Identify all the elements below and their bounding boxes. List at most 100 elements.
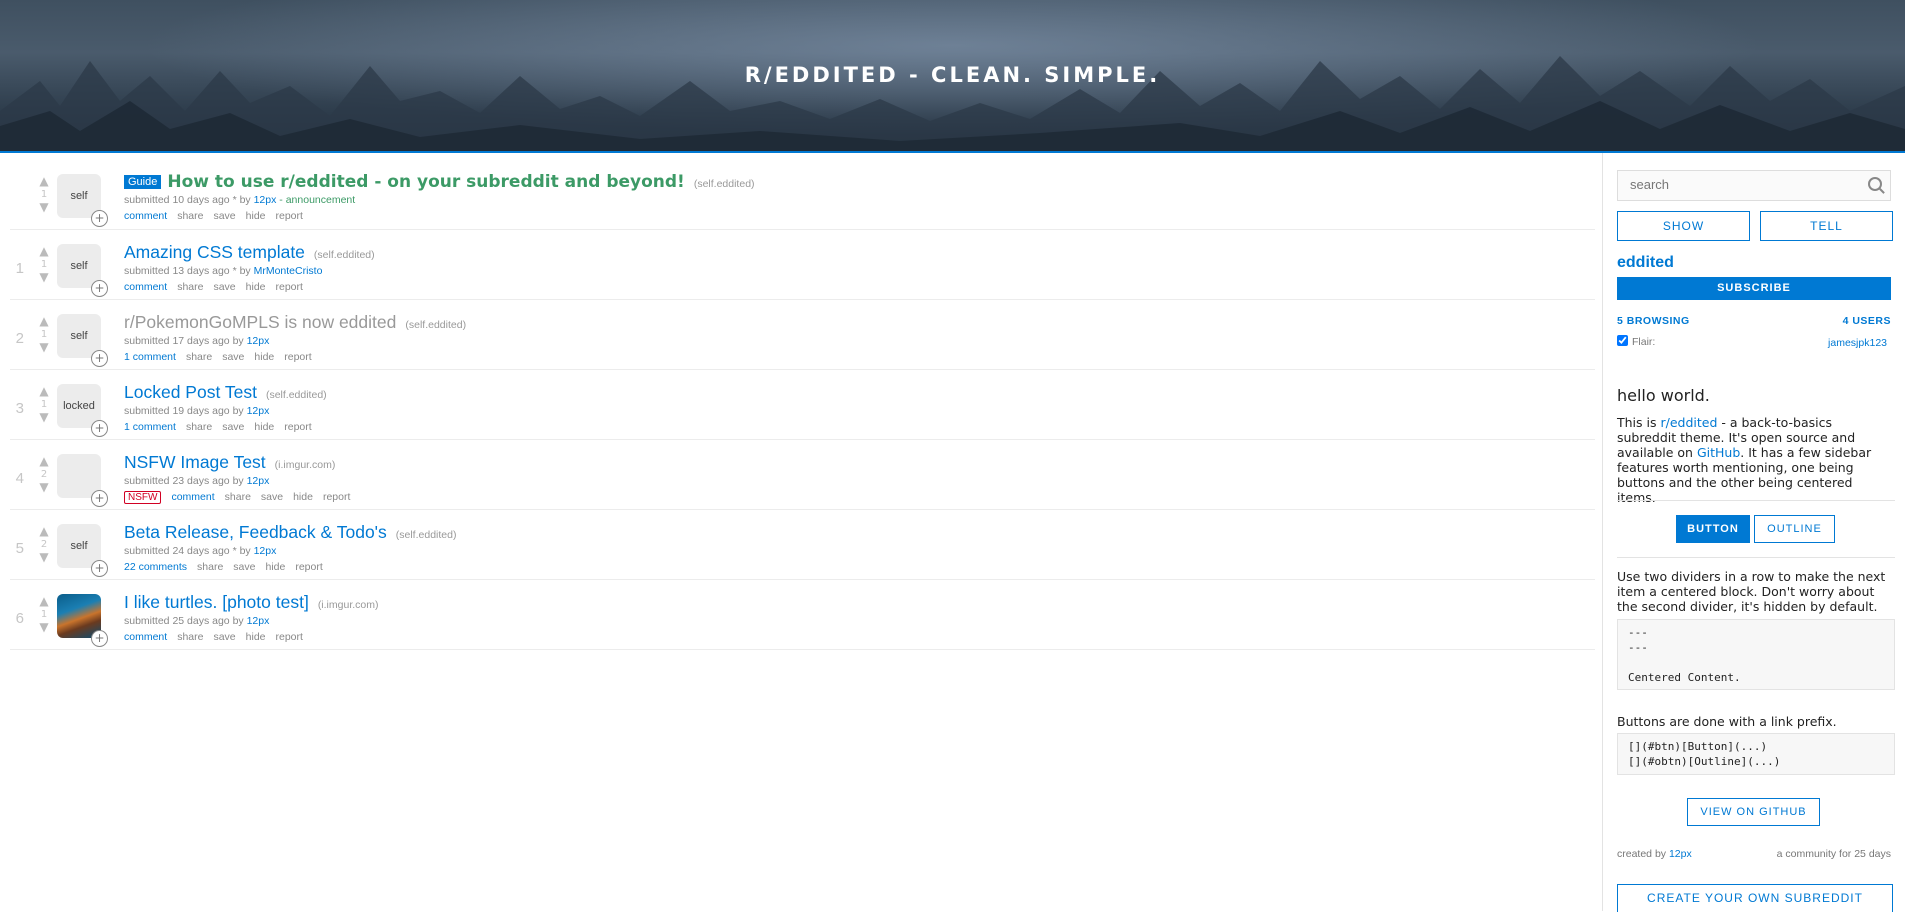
upvote-arrow-icon[interactable]: ▲ <box>32 315 56 328</box>
post-tagline: submitted 23 days ago by 12px <box>124 475 360 487</box>
eddited-link[interactable]: r/eddited <box>1660 415 1717 430</box>
save-link[interactable]: save <box>213 210 235 222</box>
dividers-description: Use two dividers in a row to make the ne… <box>1617 569 1886 614</box>
comments-link[interactable]: comment <box>124 281 167 293</box>
subscribe-button[interactable]: SUBSCRIBE <box>1617 277 1891 300</box>
hide-link[interactable]: hide <box>246 210 266 222</box>
share-link[interactable]: share <box>186 351 212 363</box>
post-title[interactable]: Amazing CSS template <box>124 242 305 262</box>
comments-link[interactable]: 1 comment <box>124 351 176 363</box>
upvote-arrow-icon[interactable]: ▲ <box>32 525 56 538</box>
report-link[interactable]: report <box>284 421 311 433</box>
post-title[interactable]: I like turtles. [photo test] <box>124 592 309 612</box>
report-link[interactable]: report <box>276 631 303 643</box>
post-distinguish: - announcement <box>276 194 356 206</box>
share-link[interactable]: share <box>177 631 203 643</box>
post-domain[interactable]: (self.eddited) <box>405 319 466 331</box>
expand-icon[interactable]: + <box>91 350 108 367</box>
post-author[interactable]: 12px <box>254 194 277 206</box>
upvote-arrow-icon[interactable]: ▲ <box>32 385 56 398</box>
subreddit-stats: 5 BROWSING 4 USERS <box>1617 315 1891 327</box>
post-title[interactable]: r/PokemonGoMPLS is now eddited <box>124 312 396 332</box>
downvote-arrow-icon[interactable]: ▼ <box>32 411 56 424</box>
expand-icon[interactable]: + <box>91 210 108 227</box>
report-link[interactable]: report <box>276 210 303 222</box>
post-author[interactable]: MrMonteCristo <box>254 265 323 277</box>
created-info: created by 12px a community for 25 days <box>1617 848 1891 860</box>
flair-value[interactable]: jamesjpk123 <box>1828 337 1887 349</box>
hide-link[interactable]: hide <box>246 281 266 293</box>
share-link[interactable]: share <box>197 561 223 573</box>
post-domain[interactable]: (self.eddited) <box>694 178 755 190</box>
expand-icon[interactable]: + <box>91 280 108 297</box>
creator-link[interactable]: 12px <box>1669 848 1692 860</box>
github-link[interactable]: GitHub <box>1697 445 1740 460</box>
upvote-arrow-icon[interactable]: ▲ <box>32 455 56 468</box>
save-link[interactable]: save <box>233 561 255 573</box>
expand-icon[interactable]: + <box>91 490 108 507</box>
expand-icon[interactable]: + <box>91 630 108 647</box>
comments-link[interactable]: 1 comment <box>124 421 176 433</box>
expand-icon[interactable]: + <box>91 560 108 577</box>
share-link[interactable]: share <box>186 421 212 433</box>
upvote-arrow-icon[interactable]: ▲ <box>32 175 56 188</box>
post-title[interactable]: How to use r/eddited - on your subreddit… <box>167 172 684 192</box>
downvote-arrow-icon[interactable]: ▼ <box>32 621 56 634</box>
downvote-arrow-icon[interactable]: ▼ <box>32 481 56 494</box>
post-domain[interactable]: (self.eddited) <box>314 249 375 261</box>
hide-link[interactable]: hide <box>254 351 274 363</box>
nsfw-badge: NSFW <box>124 491 162 504</box>
downvote-arrow-icon[interactable]: ▼ <box>32 271 56 284</box>
expand-icon[interactable]: + <box>91 420 108 437</box>
post-domain[interactable]: (i.imgur.com) <box>318 599 379 611</box>
save-link[interactable]: save <box>213 631 235 643</box>
search-input[interactable] <box>1618 171 1860 198</box>
create-subreddit-button[interactable]: CREATE YOUR OWN SUBREDDIT <box>1617 884 1893 912</box>
post-author[interactable]: 12px <box>247 475 270 487</box>
post-author[interactable]: 12px <box>247 615 270 627</box>
show-button[interactable]: SHOW <box>1617 211 1750 241</box>
view-on-github-button[interactable]: VIEW ON GITHUB <box>1687 798 1820 826</box>
report-link[interactable]: report <box>323 491 350 503</box>
post-title[interactable]: Locked Post Test <box>124 382 257 402</box>
post-title[interactable]: NSFW Image Test <box>124 452 266 472</box>
comments-link[interactable]: comment <box>171 491 214 503</box>
hide-link[interactable]: hide <box>254 421 274 433</box>
upvote-arrow-icon[interactable]: ▲ <box>32 245 56 258</box>
save-link[interactable]: save <box>222 351 244 363</box>
post-author[interactable]: 12px <box>254 545 277 557</box>
hide-link[interactable]: hide <box>293 491 313 503</box>
comments-link[interactable]: 22 comments <box>124 561 187 573</box>
post-title[interactable]: Beta Release, Feedback & Todo's <box>124 522 387 542</box>
post-author[interactable]: 12px <box>247 405 270 417</box>
hide-link[interactable]: hide <box>246 631 266 643</box>
upvote-arrow-icon[interactable]: ▲ <box>32 595 56 608</box>
downvote-arrow-icon[interactable]: ▼ <box>32 341 56 354</box>
hide-link[interactable]: hide <box>265 561 285 573</box>
tell-button[interactable]: TELL <box>1760 211 1893 241</box>
save-link[interactable]: save <box>261 491 283 503</box>
search-icon[interactable] <box>1868 177 1882 191</box>
post-domain[interactable]: (self.eddited) <box>266 389 327 401</box>
post-domain[interactable]: (i.imgur.com) <box>275 459 336 471</box>
save-link[interactable]: save <box>213 281 235 293</box>
report-link[interactable]: report <box>276 281 303 293</box>
demo-button[interactable]: BUTTON <box>1676 515 1750 543</box>
share-link[interactable]: share <box>177 210 203 222</box>
comments-link[interactable]: comment <box>124 631 167 643</box>
report-link[interactable]: report <box>295 561 322 573</box>
post-author[interactable]: 12px <box>247 335 270 347</box>
vote-box: ▲ 1 ▼ <box>32 385 56 424</box>
report-link[interactable]: report <box>284 351 311 363</box>
demo-outline-button[interactable]: OUTLINE <box>1754 515 1835 543</box>
submitted-text: submitted 23 days ago by <box>124 475 244 487</box>
share-link[interactable]: share <box>225 491 251 503</box>
save-link[interactable]: save <box>222 421 244 433</box>
share-link[interactable]: share <box>177 281 203 293</box>
downvote-arrow-icon[interactable]: ▼ <box>32 201 56 214</box>
subreddit-name[interactable]: eddited <box>1617 254 1674 272</box>
post-domain[interactable]: (self.eddited) <box>396 529 457 541</box>
flair-checkbox[interactable] <box>1617 335 1628 346</box>
downvote-arrow-icon[interactable]: ▼ <box>32 551 56 564</box>
comments-link[interactable]: comment <box>124 210 167 222</box>
